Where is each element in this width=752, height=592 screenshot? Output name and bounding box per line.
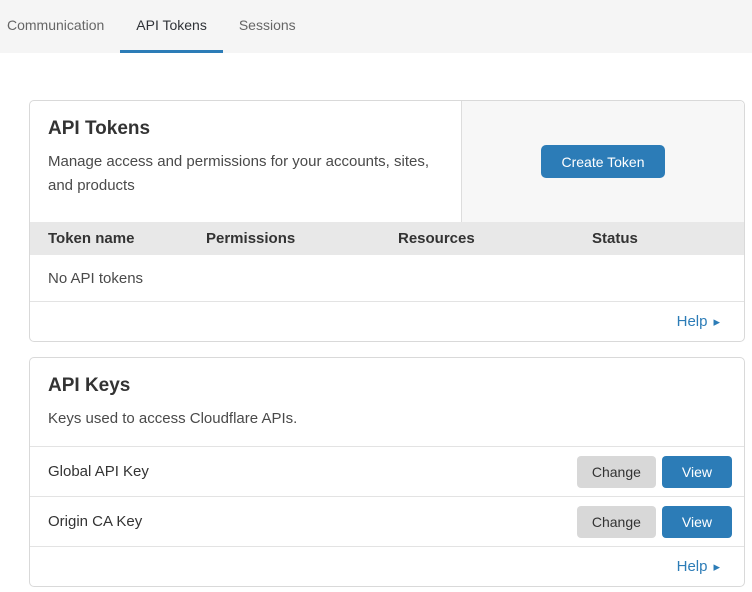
api-tokens-card: API Tokens Manage access and permissions…: [29, 100, 745, 342]
column-resources: Resources: [398, 230, 592, 247]
tab-sessions[interactable]: Sessions: [223, 0, 312, 53]
api-tokens-card-action-panel: Create Token: [461, 101, 744, 222]
column-status: Status: [592, 230, 744, 247]
origin-ca-key-view-button[interactable]: View: [662, 506, 732, 538]
key-name-label: Global API Key: [48, 463, 577, 480]
api-tokens-description: Manage access and permissions for your a…: [48, 150, 441, 198]
tokens-help-label: Help: [677, 313, 708, 330]
key-row-origin-ca-key: Origin CA Key Change View: [30, 496, 744, 546]
api-keys-card: API Keys Keys used to access Cloudflare …: [29, 357, 745, 587]
page-content: API Tokens Manage access and permissions…: [0, 53, 752, 587]
api-keys-card-header: API Keys Keys used to access Cloudflare …: [30, 358, 744, 446]
help-arrow-icon: ▸: [713, 315, 720, 328]
create-token-button[interactable]: Create Token: [541, 145, 664, 178]
column-token-name: Token name: [48, 230, 206, 247]
key-row-global-api-key: Global API Key Change View: [30, 446, 744, 496]
tokens-empty-row: No API tokens: [30, 255, 744, 301]
api-tokens-card-header-text: API Tokens Manage access and permissions…: [30, 101, 461, 222]
keys-help-link[interactable]: Help ▸: [677, 558, 720, 575]
tab-api-tokens[interactable]: API Tokens: [120, 0, 223, 53]
tab-communication[interactable]: Communication: [0, 0, 120, 53]
tokens-help-link[interactable]: Help ▸: [677, 313, 720, 330]
keys-help-row: Help ▸: [30, 546, 744, 586]
tokens-help-row: Help ▸: [30, 301, 744, 341]
tokens-table-header: Token name Permissions Resources Status: [30, 222, 744, 255]
api-tokens-title: API Tokens: [48, 118, 441, 140]
tab-bar: Communication API Tokens Sessions: [0, 0, 752, 53]
global-api-key-change-button[interactable]: Change: [577, 456, 656, 488]
help-arrow-icon: ▸: [713, 560, 720, 573]
key-name-label: Origin CA Key: [48, 513, 577, 530]
api-keys-description: Keys used to access Cloudflare APIs.: [48, 407, 724, 431]
column-permissions: Permissions: [206, 230, 398, 247]
origin-ca-key-change-button[interactable]: Change: [577, 506, 656, 538]
keys-help-label: Help: [677, 558, 708, 575]
api-keys-title: API Keys: [48, 375, 724, 397]
api-tokens-card-header: API Tokens Manage access and permissions…: [30, 101, 744, 222]
tokens-empty-message: No API tokens: [48, 270, 143, 287]
global-api-key-view-button[interactable]: View: [662, 456, 732, 488]
